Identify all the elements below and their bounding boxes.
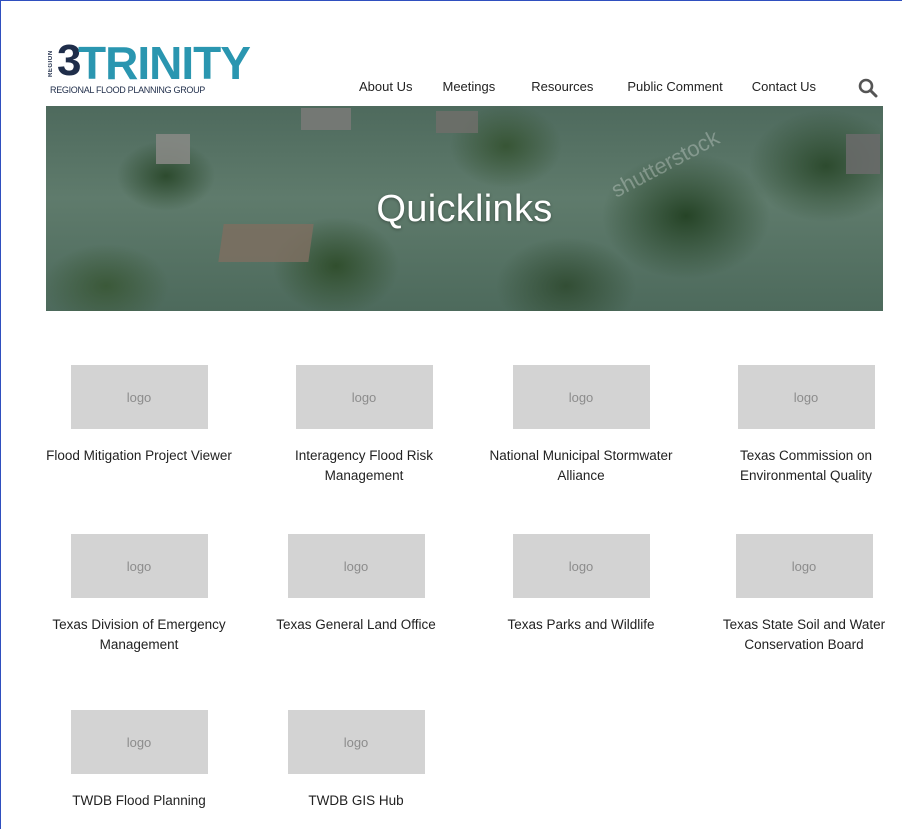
quicklink-logo: logo [737,365,875,429]
nav-resources[interactable]: Resources [531,79,593,94]
quicklink-logo: logo [735,534,873,598]
quicklink-card[interactable]: logo Texas Commission on Environmental Q… [706,365,902,486]
quicklink-card[interactable]: logo TWDB Flood Planning [39,710,239,811]
quicklink-card[interactable]: logo Interagency Flood Risk Management [264,365,464,486]
hero-house [301,108,351,130]
quicklink-label[interactable]: Interagency Flood Risk Management [264,446,464,486]
main-nav: About Us Meetings Resources Public Comme… [359,79,816,94]
quicklink-card[interactable]: logo Texas State Soil and Water Conserva… [706,534,902,655]
quicklink-label[interactable]: TWDB GIS Hub [256,791,456,811]
quicklink-label[interactable]: National Municipal Stormwater Alliance [481,446,681,486]
region-label: REGION [48,50,54,78]
quicklink-card[interactable]: logo National Municipal Stormwater Allia… [481,365,681,486]
nav-about-us[interactable]: About Us [359,79,412,94]
quicklink-card[interactable]: logo Texas Parks and Wildlife [481,534,681,635]
quicklink-label[interactable]: Flood Mitigation Project Viewer [39,446,239,466]
nav-contact-us[interactable]: Contact Us [752,79,816,94]
region-number: 3 [57,36,82,85]
quicklink-card[interactable]: logo TWDB GIS Hub [256,710,456,811]
nav-public-comment[interactable]: Public Comment [627,79,722,94]
quicklink-label[interactable]: Texas General Land Office [256,615,456,635]
search-icon[interactable] [858,78,878,98]
quicklink-logo: logo [512,365,650,429]
quicklink-label[interactable]: TWDB Flood Planning [39,791,239,811]
logo-wordmark: TRINITY [78,37,251,89]
quicklink-logo: logo [287,710,425,774]
quicklink-logo: logo [70,534,208,598]
quicklink-logo: logo [70,710,208,774]
hero-house [156,134,190,164]
page-title: Quicklinks [376,188,553,230]
quicklink-label[interactable]: Texas State Soil and Water Conservation … [706,615,902,655]
quicklink-card[interactable]: logo Flood Mitigation Project Viewer [39,365,239,466]
site-logo[interactable]: REGION 3 TRINITY REGIONAL FLOOD PLANNING… [48,37,251,97]
page: REGION 3 TRINITY REGIONAL FLOOD PLANNING… [0,0,902,829]
hero-house [846,134,880,174]
hero-house [436,111,478,133]
quicklink-logo: logo [295,365,433,429]
logo-tagline: REGIONAL FLOOD PLANNING GROUP [50,85,205,95]
quicklink-card[interactable]: logo Texas General Land Office [256,534,456,635]
hero-banner: shutterstock Quicklinks [46,106,883,311]
quicklink-label[interactable]: Texas Commission on Environmental Qualit… [706,446,902,486]
quicklink-logo: logo [70,365,208,429]
quicklink-logo: logo [287,534,425,598]
quicklink-logo: logo [512,534,650,598]
quicklink-label[interactable]: Texas Division of Emergency Management [39,615,239,655]
quicklink-label[interactable]: Texas Parks and Wildlife [481,615,681,635]
nav-meetings[interactable]: Meetings [442,79,495,94]
quicklink-card[interactable]: logo Texas Division of Emergency Managem… [39,534,239,655]
